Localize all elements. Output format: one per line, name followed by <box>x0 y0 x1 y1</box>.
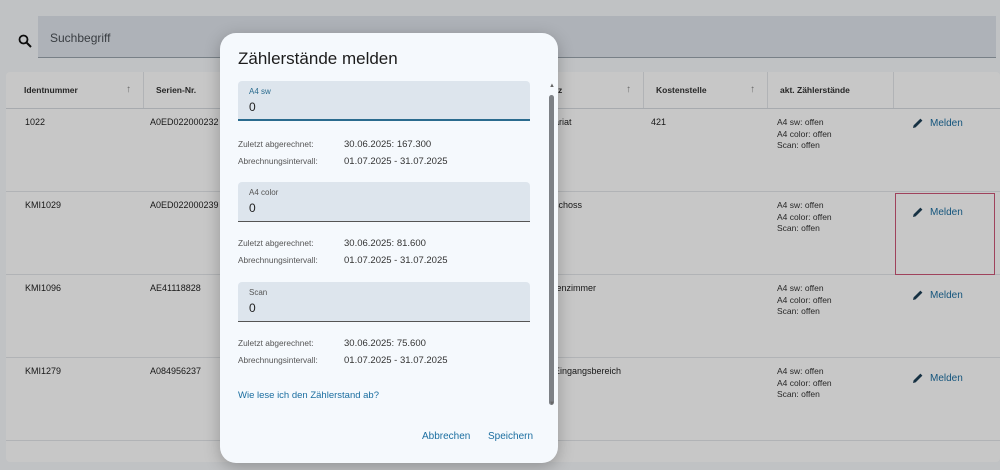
field-underline <box>238 321 530 322</box>
field-label: A4 sw <box>249 87 271 96</box>
a4-sw-info: Zuletzt abgerechnet: 30.06.2025: 167.300 … <box>238 139 448 167</box>
scroll-down-arrow-icon[interactable]: ▼ <box>549 401 555 407</box>
dialog-scrollbar[interactable]: ▲ ▼ <box>547 83 555 413</box>
scroll-up-arrow-icon[interactable]: ▲ <box>549 83 555 89</box>
field-underline <box>238 119 530 121</box>
dialog-title: Zählerstände melden <box>238 49 398 68</box>
field-value[interactable]: 0 <box>249 301 256 315</box>
meter-reading-dialog: Zählerstände melden A4 sw 0 Zuletzt abge… <box>220 33 558 463</box>
help-link[interactable]: Wie lese ich den Zählerstand ab? <box>238 390 379 401</box>
field-value[interactable]: 0 <box>249 201 256 215</box>
dialog-body: A4 sw 0 Zuletzt abgerechnet: 30.06.2025: … <box>220 79 558 409</box>
field-underline <box>238 221 530 222</box>
a4-sw-input[interactable]: A4 sw 0 <box>238 81 530 121</box>
scan-info: Zuletzt abgerechnet: 30.06.2025: 75.600 A… <box>238 338 448 366</box>
a4-color-input[interactable]: A4 color 0 <box>238 182 530 222</box>
field-label: A4 color <box>249 188 279 197</box>
cancel-button[interactable]: Abbrechen <box>422 431 470 442</box>
a4-color-info: Zuletzt abgerechnet: 30.06.2025: 81.600 A… <box>238 238 448 266</box>
scan-input[interactable]: Scan 0 <box>238 282 530 322</box>
save-button[interactable]: Speichern <box>488 431 533 442</box>
field-value[interactable]: 0 <box>249 100 256 114</box>
scroll-thumb[interactable] <box>549 95 554 405</box>
field-label: Scan <box>249 288 268 297</box>
